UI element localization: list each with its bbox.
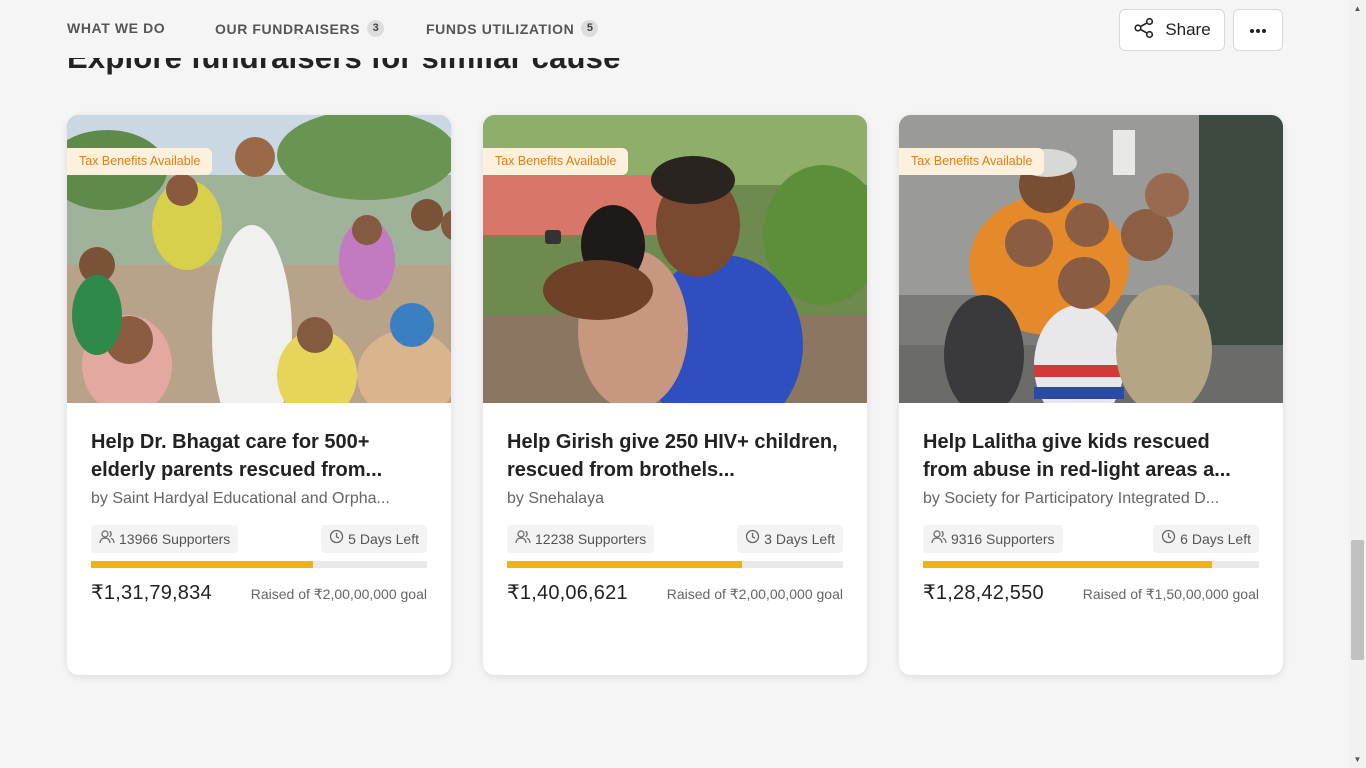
tab-label: WHAT WE DO	[67, 20, 166, 36]
supporters-count: 9316 Supporters	[923, 525, 1063, 553]
fundraiser-image: Tax Benefits Available	[483, 115, 867, 403]
fundraiser-organizer: by Society for Participatory Integrated …	[923, 490, 1220, 507]
fundraiser-title[interactable]: Help Lalitha give kids rescued from abus…	[923, 428, 1259, 484]
tab-what-we-do[interactable]: WHAT WE DO	[67, 20, 165, 36]
share-button[interactable]: Share	[1119, 9, 1225, 51]
days-left: 5 Days Left	[321, 525, 427, 553]
goal-text: Raised of ₹2,00,00,000 goal	[666, 586, 843, 602]
users-icon	[931, 525, 947, 553]
tab-label: FUNDS UTILIZATION	[426, 20, 575, 37]
tax-benefits-badge: Tax Benefits Available	[67, 148, 213, 175]
raised-amount: ₹1,28,42,550	[923, 582, 1044, 604]
fundraiser-title[interactable]: Help Girish give 250 HIV+ children, resc…	[507, 428, 843, 484]
scroll-up-arrow-icon[interactable]: ▲	[1349, 0, 1366, 17]
page-scrollbar[interactable]: ▲ ▼	[1349, 0, 1366, 768]
fundraiser-organizer: by Saint Hardyal Educational and Orpha..…	[91, 490, 390, 507]
raised-amount: ₹1,31,79,834	[91, 582, 212, 604]
fundraiser-organizer: by Snehalaya	[507, 490, 604, 507]
fundraiser-card[interactable]: Tax Benefits Available Help Lalitha give…	[899, 115, 1283, 675]
tax-benefits-badge: Tax Benefits Available	[899, 148, 1045, 175]
fundraiser-card[interactable]: Tax Benefits Available Help Girish give …	[483, 115, 867, 675]
supporters-count: 12238 Supporters	[507, 525, 655, 553]
top-nav: WHAT WE DO OUR FUNDRAISERS 3 FUNDS UTILI…	[0, 0, 1349, 58]
tab-funds-utilization[interactable]: FUNDS UTILIZATION 5	[426, 20, 599, 37]
clock-icon	[745, 525, 760, 553]
users-icon	[515, 525, 531, 553]
fundraiser-image: Tax Benefits Available	[899, 115, 1283, 403]
funding-progress-fill	[923, 561, 1212, 568]
funding-progress-bar	[91, 561, 427, 568]
more-dots-icon	[1249, 21, 1267, 39]
funding-progress-fill	[91, 561, 313, 568]
clock-icon	[1161, 525, 1176, 553]
scroll-down-arrow-icon[interactable]: ▼	[1349, 751, 1366, 768]
raised-amount: ₹1,40,06,621	[507, 582, 628, 604]
funding-progress-bar	[923, 561, 1259, 568]
funding-progress-bar	[507, 561, 843, 568]
days-left: 3 Days Left	[737, 525, 843, 553]
goal-text: Raised of ₹1,50,00,000 goal	[1082, 586, 1259, 602]
tab-label: OUR FUNDRAISERS	[215, 20, 361, 37]
goal-text: Raised of ₹2,00,00,000 goal	[250, 586, 427, 602]
share-icon	[1133, 17, 1155, 44]
fundraiser-title[interactable]: Help Dr. Bhagat care for 500+ elderly pa…	[91, 428, 427, 484]
tab-count-badge: 3	[367, 20, 385, 37]
tab-count-badge: 5	[581, 20, 599, 37]
funding-progress-fill	[507, 561, 743, 568]
clock-icon	[329, 525, 344, 553]
tab-our-fundraisers[interactable]: OUR FUNDRAISERS 3	[215, 20, 385, 37]
more-options-button[interactable]	[1233, 9, 1283, 51]
fundraiser-card[interactable]: Tax Benefits Available Help Dr. Bhagat c…	[67, 115, 451, 675]
supporters-count: 13966 Supporters	[91, 525, 239, 553]
tax-benefits-badge: Tax Benefits Available	[483, 148, 629, 175]
users-icon	[99, 525, 115, 553]
share-label: Share	[1165, 20, 1211, 39]
days-left: 6 Days Left	[1153, 525, 1259, 553]
fundraiser-image: Tax Benefits Available	[67, 115, 451, 403]
scrollbar-thumb[interactable]	[1351, 540, 1364, 660]
